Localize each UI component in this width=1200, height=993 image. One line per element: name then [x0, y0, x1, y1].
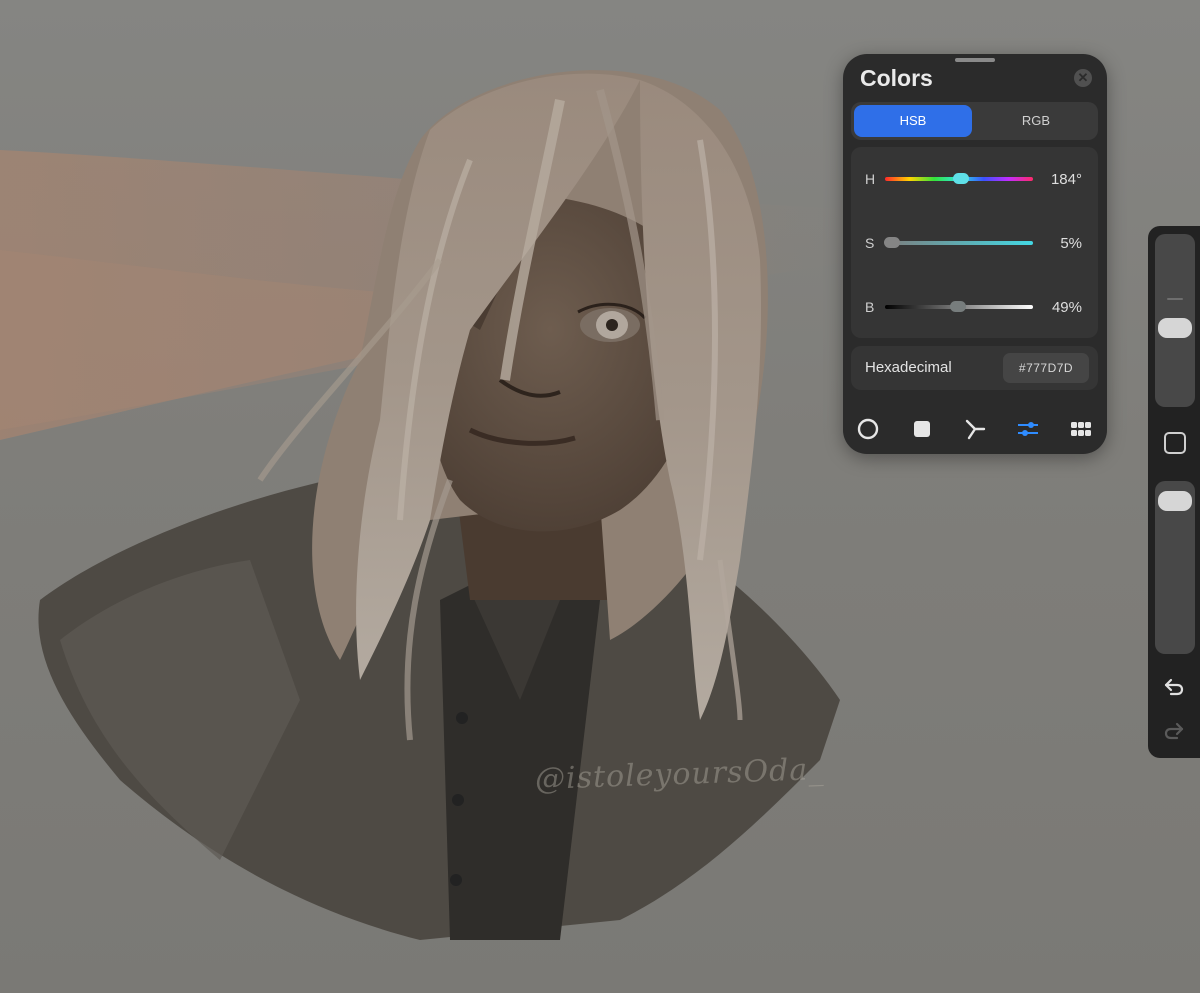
classic-square-icon[interactable] [910, 417, 934, 441]
saturation-label: S [865, 235, 875, 251]
tab-hsb[interactable]: HSB [854, 105, 972, 137]
hue-slider-row: H 184° [851, 164, 1098, 194]
color-mode-selector: HSB RGB [851, 102, 1098, 140]
square-icon[interactable] [1164, 432, 1186, 454]
saturation-slider-thumb[interactable] [884, 237, 901, 248]
panel-title: Colors [860, 65, 933, 91]
colors-panel: Colors ✕ HSB RGB H 184° S 5% B 49% Hexad… [843, 54, 1107, 454]
hue-value: 184° [1050, 171, 1082, 188]
saturation-slider[interactable] [885, 241, 1033, 245]
brush-opacity-knob[interactable] [1158, 491, 1192, 512]
undo-icon[interactable] [1162, 676, 1186, 698]
hsb-sliders: H 184° S 5% B 49% [851, 147, 1098, 338]
brush-size-slider[interactable] [1155, 234, 1195, 407]
brightness-label: B [865, 299, 875, 315]
brightness-slider-row: B 49% [851, 292, 1098, 322]
saturation-value: 5% [1060, 235, 1082, 252]
redo-icon[interactable] [1162, 720, 1186, 742]
disc-icon[interactable] [856, 417, 880, 441]
brush-sidebar [1148, 226, 1200, 758]
brush-opacity-slider[interactable] [1155, 481, 1195, 654]
palettes-grid-icon[interactable] [1069, 417, 1093, 441]
brightness-slider-thumb[interactable] [949, 301, 966, 312]
panel-grabber[interactable] [955, 58, 995, 62]
size-slider-marker [1167, 298, 1183, 300]
brightness-value: 49% [1051, 299, 1082, 316]
harmony-icon[interactable] [963, 417, 987, 441]
hexadecimal-input[interactable]: #777D7D [1003, 353, 1089, 383]
hexadecimal-label: Hexadecimal [865, 359, 952, 376]
brush-size-knob[interactable] [1158, 317, 1192, 338]
hue-label: H [865, 171, 876, 187]
hexadecimal-row: Hexadecimal #777D7D [851, 346, 1098, 390]
tab-rgb[interactable]: RGB [977, 105, 1095, 137]
value-sliders-icon[interactable] [1016, 417, 1040, 441]
saturation-slider-row: S 5% [851, 228, 1098, 258]
color-view-tabs [843, 414, 1107, 444]
hue-slider-thumb[interactable] [952, 173, 969, 184]
close-icon[interactable]: ✕ [1074, 69, 1092, 87]
